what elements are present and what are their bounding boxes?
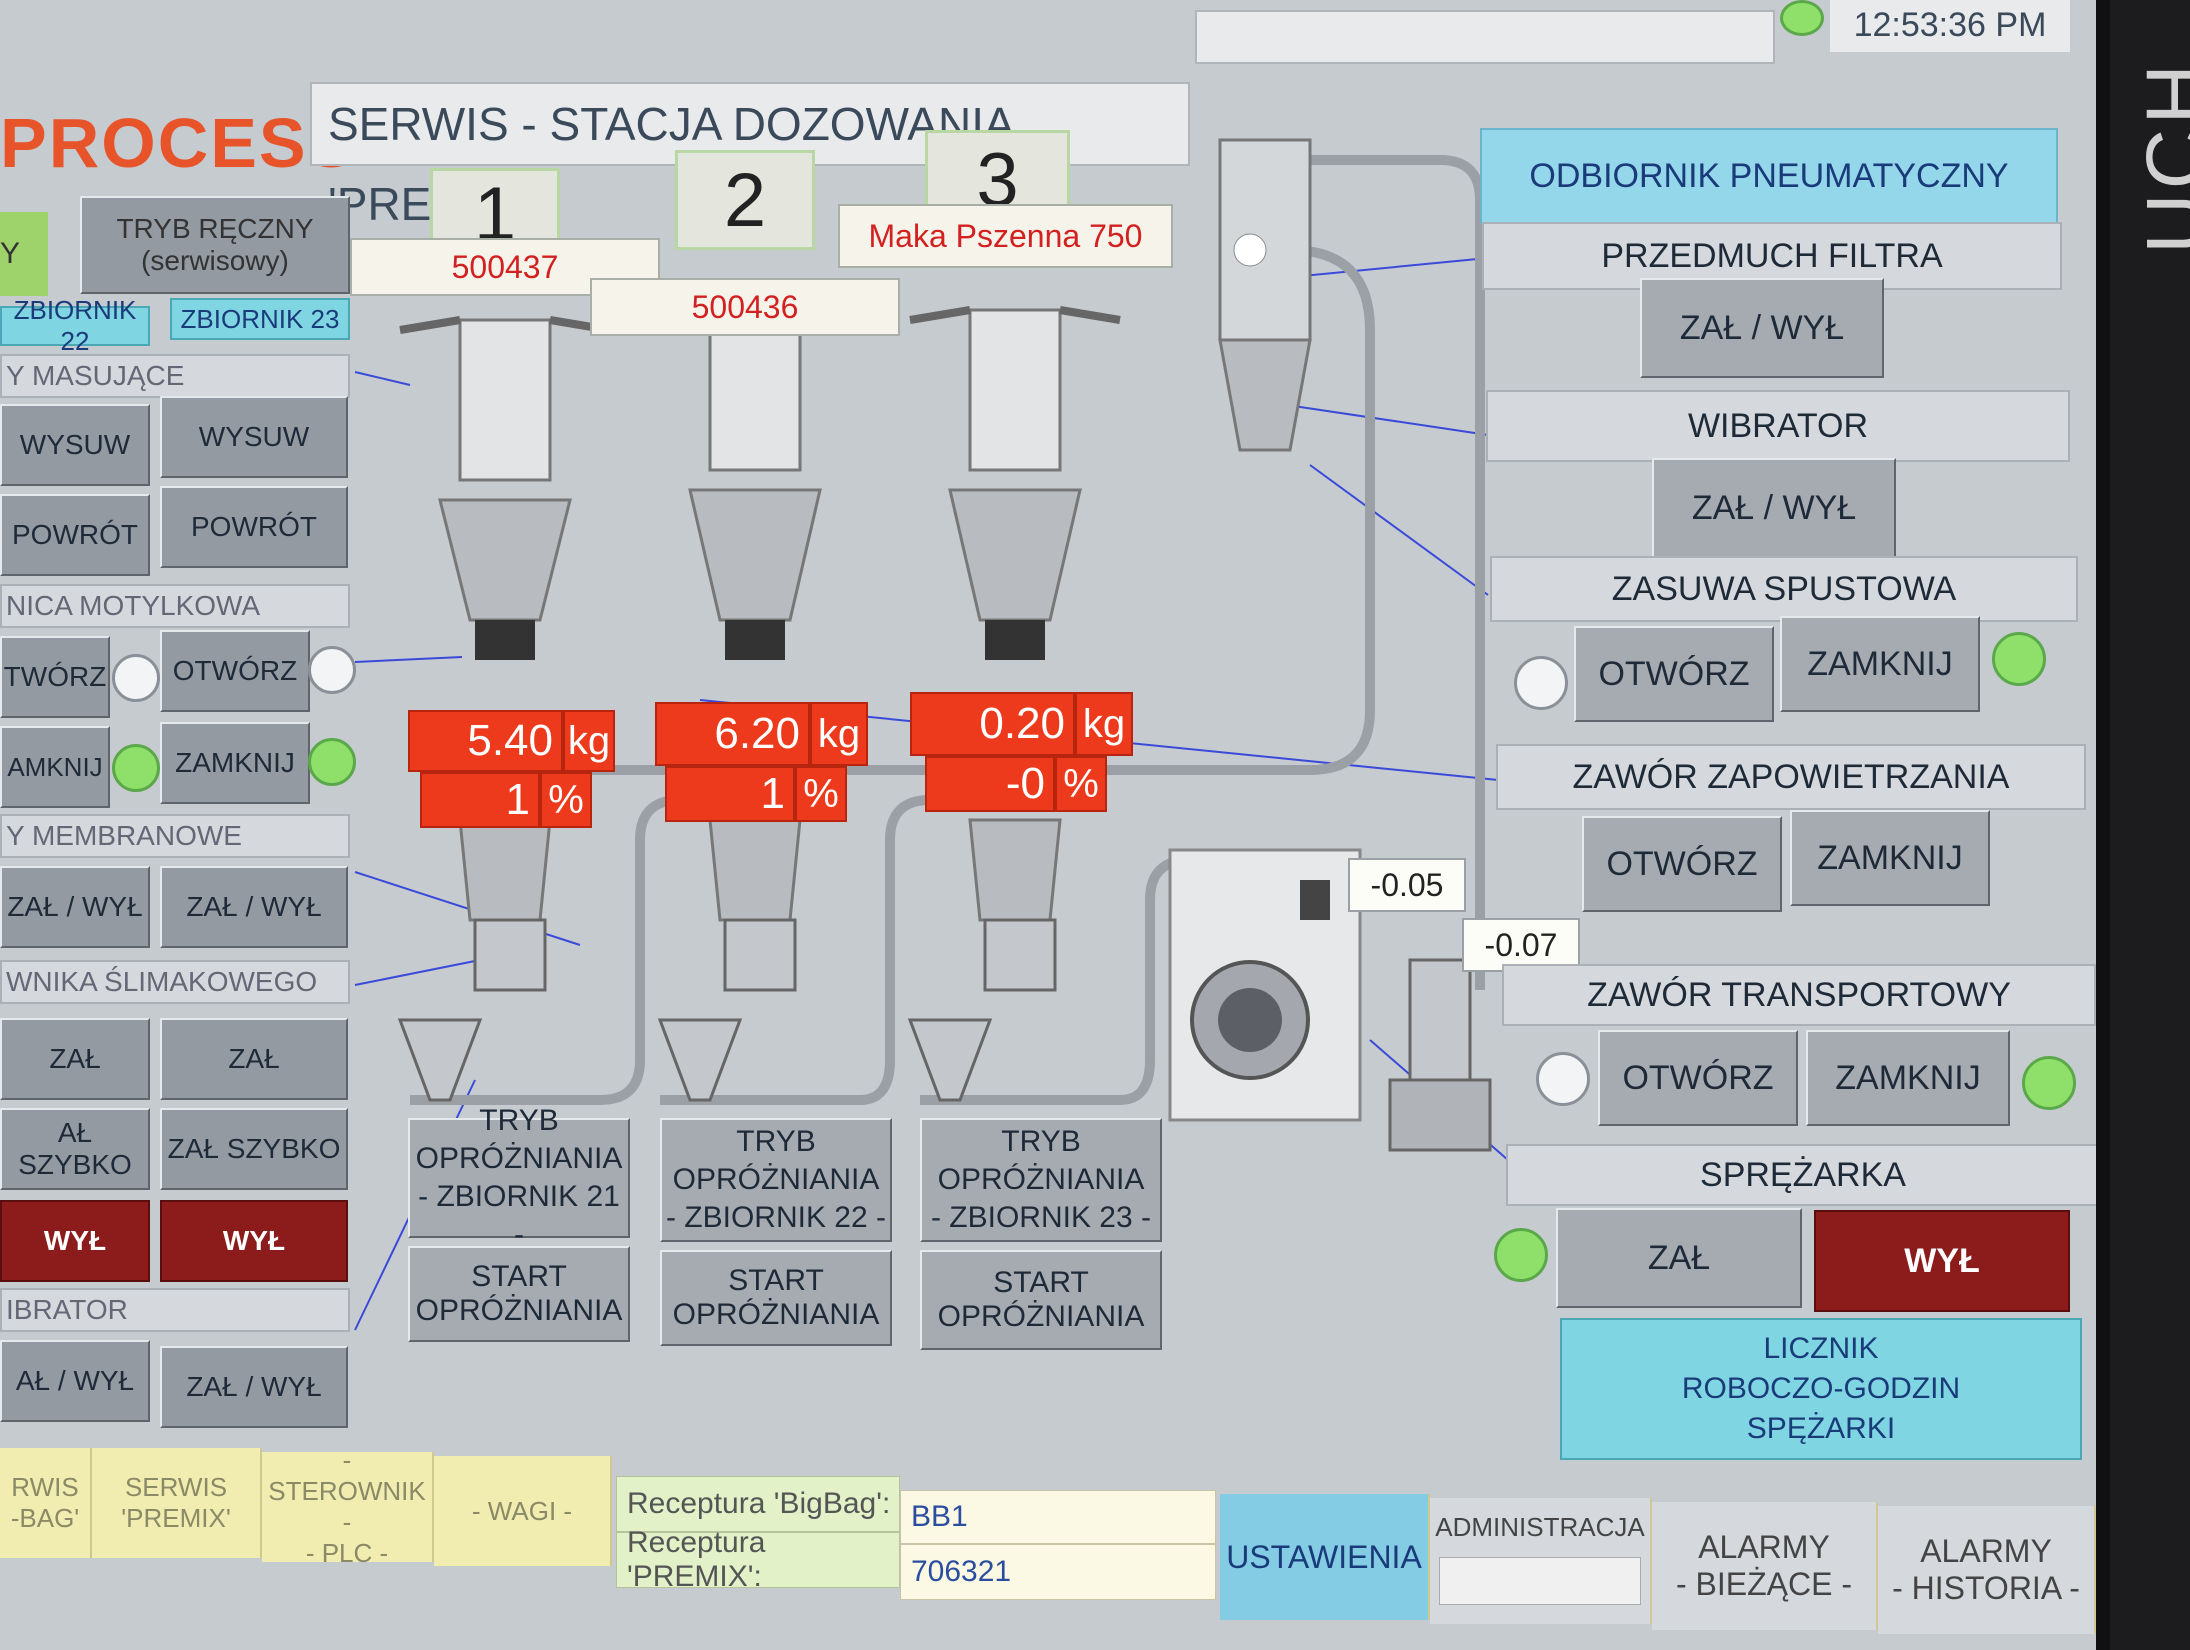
motor-hours-counter-button[interactable]: LICZNIK ROBOCZO-GODZIN SPĘŻARKI <box>1560 1318 2082 1460</box>
tryb-oproznienia-23-button[interactable]: TRYB OPRÓŻNIANIA - ZBIORNIK 23 - <box>920 1118 1162 1242</box>
pressure-readout-1: -0.05 <box>1348 858 1466 912</box>
settings-button[interactable]: USTAWIENIA <box>1220 1494 1430 1620</box>
administration-button[interactable]: ADMINISTRACJA <box>1430 1498 1652 1624</box>
tab-serwis-premix[interactable]: SERWIS 'PREMIX' <box>92 1448 262 1558</box>
receiver-title: ODBIORNIK PNEUMATYCZNY <box>1480 128 2058 224</box>
start-oproznienia-1-button[interactable]: START OPRÓŻNIANIA <box>408 1246 630 1342</box>
weight-value-3: 0.20 <box>910 692 1075 756</box>
percent-unit-3: % <box>1055 756 1107 812</box>
tank-code-2: 500436 <box>590 278 900 336</box>
alarms-history-button[interactable]: ALARMY - HISTORIA - <box>1878 1506 2096 1634</box>
tab-wagi[interactable]: - WAGI - <box>434 1456 612 1566</box>
bezel-brand: UCH <box>2129 60 2190 254</box>
tab-serwis-bigbag[interactable]: RWIS -BAG' <box>0 1448 92 1558</box>
zawor-trans-open-lamp <box>1536 1052 1590 1106</box>
alarms-current-button[interactable]: ALARMY - BIEŻĄCE - <box>1652 1502 1878 1630</box>
percent-unit-1: % <box>540 772 592 828</box>
zawor-trans-open-button[interactable]: OTWÓRZ <box>1598 1030 1798 1126</box>
wibrator-button[interactable]: ZAŁ / WYŁ <box>1652 458 1896 558</box>
tab-sterownik-plc[interactable]: - STEROWNIK - - PLC - <box>262 1445 434 1568</box>
recipe-premix-value[interactable]: 706321 <box>900 1544 1216 1600</box>
weight-unit-2: kg <box>810 702 868 766</box>
weight-value-2: 6.20 <box>655 702 810 766</box>
tryb-oproznienia-22-button[interactable]: TRYB OPRÓŻNIANIA - ZBIORNIK 22 - <box>660 1118 892 1242</box>
start-oproznienia-2-button[interactable]: START OPRÓŻNIANIA <box>660 1250 892 1346</box>
zawor-zap-open-button[interactable]: OTWÓRZ <box>1582 816 1782 912</box>
zawor-zap-label: ZAWÓR ZAPOWIETRZANIA <box>1496 744 2086 810</box>
recipe-bigbag-label: Receptura 'BigBag': <box>616 1476 900 1532</box>
sprezarka-off-button[interactable]: WYŁ <box>1814 1210 2070 1312</box>
tank-number-2: 2 <box>675 150 815 250</box>
tank-code-3: Maka Pszenna 750 <box>838 204 1173 268</box>
zasuwa-close-button[interactable]: ZAMKNIJ <box>1780 616 1980 712</box>
sprezarka-lamp <box>1494 1228 1548 1282</box>
percent-value-1: 1 <box>420 772 540 828</box>
administration-field[interactable] <box>1439 1557 1641 1605</box>
zasuwa-open-lamp <box>1514 656 1568 710</box>
percent-value-2: 1 <box>665 766 795 822</box>
sprezarka-on-button[interactable]: ZAŁ <box>1556 1208 1802 1308</box>
tryb-oproznienia-21-button[interactable]: TRYB OPRÓŻNIANIA - ZBIORNIK 21 - <box>408 1104 630 1251</box>
weight-unit-1: kg <box>563 710 615 772</box>
wibrator-label: WIBRATOR <box>1486 390 2070 462</box>
zawor-trans-label: ZAWÓR TRANSPORTOWY <box>1502 964 2096 1026</box>
recipe-bigbag-value[interactable]: BB1 <box>900 1490 1216 1544</box>
administration-label: ADMINISTRACJA <box>1435 1512 1645 1542</box>
zasuwa-label: ZASUWA SPUSTOWA <box>1490 556 2078 622</box>
percent-value-3: -0 <box>925 756 1055 812</box>
zasuwa-close-lamp <box>1992 632 2046 686</box>
zasuwa-open-button[interactable]: OTWÓRZ <box>1574 626 1774 722</box>
zawor-trans-close-button[interactable]: ZAMKNIJ <box>1806 1030 2010 1126</box>
zawor-trans-close-lamp <box>2022 1056 2076 1110</box>
start-oproznienia-3-button[interactable]: START OPRÓŻNIANIA <box>920 1250 1162 1350</box>
przedmuch-button[interactable]: ZAŁ / WYŁ <box>1640 278 1884 378</box>
recipe-premix-label: Receptura 'PREMIX': <box>616 1526 900 1593</box>
weight-unit-3: kg <box>1075 692 1133 756</box>
percent-unit-2: % <box>795 766 847 822</box>
zawor-zap-close-button[interactable]: ZAMKNIJ <box>1790 810 1990 906</box>
hmi-screen: PROCESS SERWIS - STACJA DOZOWANIA 'PREMI… <box>0 0 2110 1650</box>
sprezarka-label: SPRĘŻARKA <box>1506 1144 2096 1206</box>
weight-value-1: 5.40 <box>408 710 563 772</box>
